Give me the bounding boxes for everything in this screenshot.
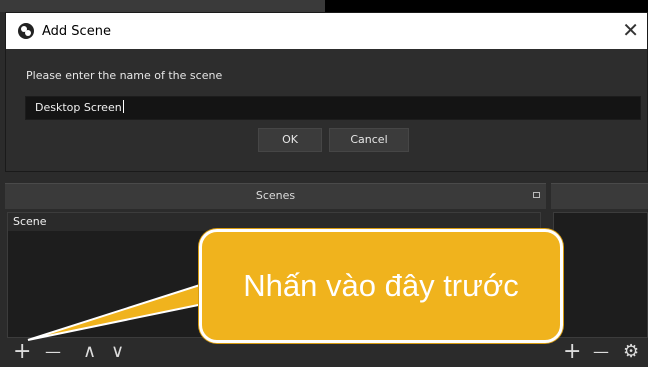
add-source-icon[interactable]: +: [563, 338, 581, 366]
sources-list[interactable]: [553, 212, 648, 338]
remove-source-icon[interactable]: —: [593, 338, 609, 366]
scenes-dock-title: Scenes: [255, 189, 296, 202]
background-window-strip: [0, 0, 648, 12]
background-window-dark: [325, 0, 648, 12]
move-scene-down-icon[interactable]: ∨: [111, 338, 124, 366]
obs-logo-icon: [18, 23, 34, 39]
callout-box: Nhấn vào đây trước: [199, 229, 563, 343]
text-caret: [122, 100, 124, 113]
scenes-dock-header: Scenes: [5, 183, 546, 209]
add-scene-icon[interactable]: +: [13, 338, 31, 366]
dialog-title: Add Scene: [42, 23, 111, 39]
move-scene-up-icon[interactable]: ∧: [83, 338, 96, 366]
add-scene-dialog: Add Scene ✕ Please enter the name of the…: [5, 12, 648, 172]
remove-scene-icon[interactable]: —: [45, 338, 61, 366]
close-icon[interactable]: ✕: [622, 18, 639, 42]
ok-button[interactable]: OK: [258, 128, 322, 152]
scene-name-prompt: Please enter the name of the scene: [26, 69, 223, 82]
cancel-button[interactable]: Cancel: [329, 128, 409, 152]
scene-name-input[interactable]: Desktop Screen: [25, 96, 641, 120]
dialog-titlebar: Add Scene ✕: [6, 13, 647, 49]
dock-float-icon[interactable]: [533, 192, 540, 198]
sources-toolbar: + — ⚙: [553, 338, 648, 367]
callout-text: Nhấn vào đây trước: [243, 268, 519, 303]
gear-icon[interactable]: ⚙: [623, 338, 639, 366]
sources-dock-header: [551, 183, 648, 209]
scene-name-value: Desktop Screen: [35, 101, 122, 114]
